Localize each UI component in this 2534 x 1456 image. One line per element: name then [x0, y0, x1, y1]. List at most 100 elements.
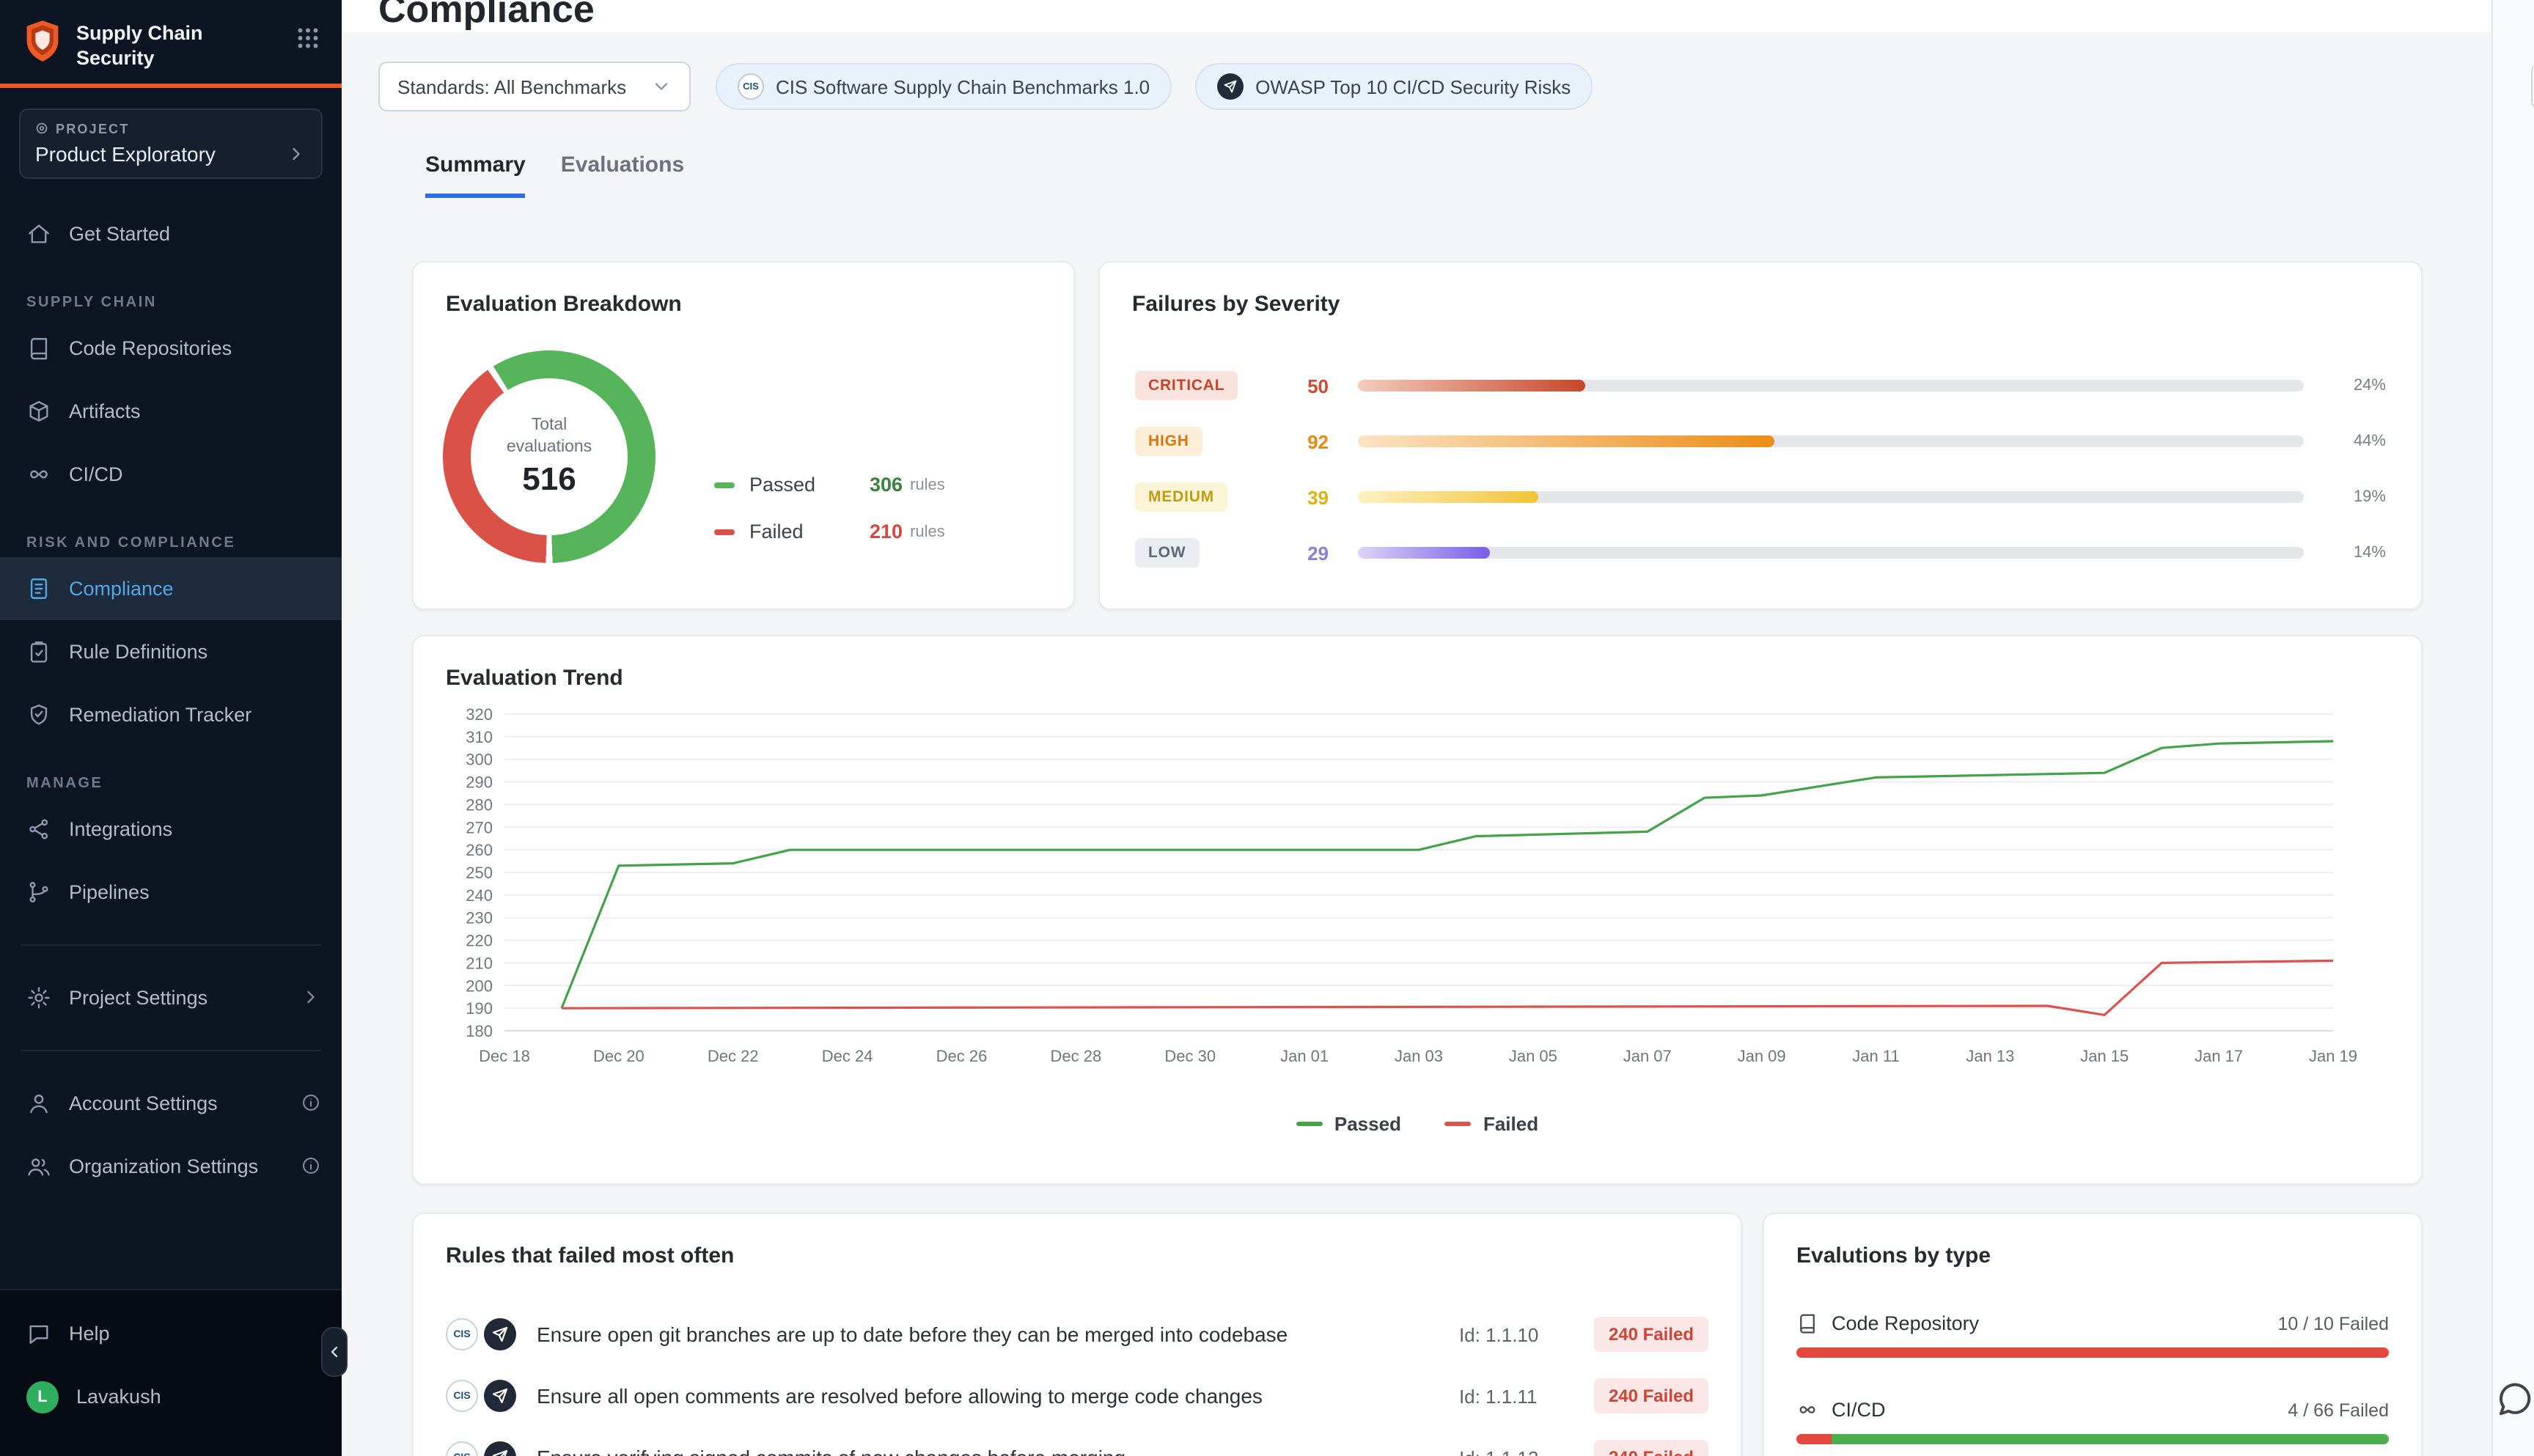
x-tick-label: Dec 22	[708, 1047, 759, 1065]
sidebar-item-label: Integrations	[69, 818, 321, 840]
y-tick-label: 310	[466, 728, 493, 746]
sidebar-item-cicd[interactable]: CI/CD	[0, 443, 342, 506]
section-label-manage: MANAGE	[0, 746, 342, 798]
chevron-down-icon	[651, 76, 672, 97]
chat-widget-button[interactable]	[2494, 1380, 2534, 1419]
y-tick-label: 200	[466, 977, 493, 995]
help-button[interactable]: Help	[0, 1302, 342, 1365]
donut-center-label: Total evaluations 516	[443, 350, 655, 563]
tab-evaluations[interactable]: Evaluations	[561, 152, 684, 198]
chip-label: CIS Software Supply Chain Benchmarks 1.0	[776, 76, 1150, 98]
x-tick-label: Jan 13	[1966, 1047, 2014, 1065]
evaluation-trend-card: Evaluation Trend 18019020021022023024025…	[412, 635, 2423, 1185]
failed-rule-row[interactable]: CIS Ensure open git branches are up to d…	[446, 1304, 1708, 1365]
sidebar-item-code-repositories[interactable]: Code Repositories	[0, 317, 342, 380]
severity-count: 39	[1276, 486, 1329, 508]
legend-label: Passed	[1334, 1113, 1401, 1135]
sidebar-item-label: Artifacts	[69, 400, 321, 422]
type-row-cicd: CI/CD 4 / 66 Failed	[1796, 1399, 2389, 1444]
failed-legend-row: Failed 210 rules	[714, 521, 945, 543]
x-tick-label: Jan 11	[1852, 1047, 1899, 1065]
sidebar-item-get-started[interactable]: Get Started	[0, 202, 342, 265]
user-name: Lavakush	[76, 1386, 321, 1408]
type-bar	[1796, 1347, 2389, 1358]
card-title: Evaluation Breakdown	[414, 262, 1073, 317]
standards-filter-dropdown[interactable]: Standards: All Benchmarks	[378, 62, 691, 111]
infinity-icon	[26, 462, 51, 487]
share-nodes-icon	[26, 817, 51, 842]
benchmark-chip-owasp[interactable]: OWASP Top 10 CI/CD Security Risks	[1195, 63, 1593, 110]
owasp-logo-icon	[1217, 73, 1244, 100]
sidebar-header: Supply Chain Security	[0, 0, 342, 84]
app-logo-shield-icon	[23, 19, 62, 63]
apps-grid-icon[interactable]	[295, 25, 321, 51]
tab-summary[interactable]: Summary	[425, 152, 526, 198]
rule-id: Id: 1.1.10	[1459, 1323, 1594, 1345]
failed-rule-row[interactable]: CIS Ensure verifying signed commits of n…	[446, 1427, 1708, 1456]
rules-suffix: rules	[910, 476, 945, 493]
severity-bar	[1358, 547, 2304, 559]
y-tick-label: 230	[466, 909, 493, 927]
y-tick-label: 220	[466, 932, 493, 950]
accent-bar	[0, 84, 342, 88]
chevron-right-icon	[301, 988, 321, 1008]
info-icon[interactable]	[301, 1156, 321, 1177]
person-icon	[26, 1091, 51, 1116]
people-icon	[26, 1154, 51, 1179]
severity-bar-fill	[1358, 380, 1585, 391]
severity-bar-fill	[1358, 547, 1491, 559]
info-icon[interactable]	[301, 1093, 321, 1114]
card-title: Rules that failed most often	[414, 1214, 1741, 1268]
passed-legend-row: Passed 306 rules	[714, 474, 945, 496]
sidebar-item-account-settings[interactable]: Account Settings	[0, 1072, 342, 1135]
sidebar-item-label: Account Settings	[69, 1092, 283, 1114]
failed-rule-row[interactable]: CIS Ensure all open comments are resolve…	[446, 1365, 1708, 1427]
sidebar-nav: Get Started SUPPLY CHAIN Code Repositori…	[0, 202, 342, 1198]
severity-bar	[1358, 491, 2304, 503]
date-range-dropdown[interactable]: Last 30 Days	[2531, 63, 2534, 110]
sidebar-item-project-settings[interactable]: Project Settings	[0, 966, 342, 1029]
type-label: CI/CD	[1832, 1399, 1886, 1421]
x-tick-label: Dec 26	[936, 1047, 988, 1065]
rule-id: Id: 1.1.11	[1459, 1385, 1594, 1407]
type-status: 4 / 66 Failed	[2288, 1400, 2389, 1420]
sidebar-item-rule-definitions[interactable]: Rule Definitions	[0, 620, 342, 683]
x-tick-label: Jan 17	[2195, 1047, 2243, 1065]
x-tick-label: Dec 20	[593, 1047, 644, 1065]
severity-badge: LOW	[1135, 538, 1199, 567]
sidebar-item-artifacts[interactable]: Artifacts	[0, 380, 342, 443]
benchmark-chip-cis[interactable]: CIS CIS Software Supply Chain Benchmarks…	[716, 63, 1172, 110]
gear-icon	[26, 985, 51, 1010]
severity-count: 29	[1276, 542, 1329, 564]
sidebar-item-remediation-tracker[interactable]: Remediation Tracker	[0, 683, 342, 746]
sidebar-item-compliance[interactable]: Compliance	[0, 557, 342, 620]
severity-row-critical: CRITICAL 50 24%	[1100, 358, 2421, 413]
sidebar-item-pipelines[interactable]: Pipelines	[0, 861, 342, 924]
x-tick-label: Jan 09	[1738, 1047, 1786, 1065]
severity-percent: 14%	[2333, 544, 2386, 562]
project-selector[interactable]: PROJECT Product Exploratory	[19, 109, 323, 179]
sidebar-collapse-handle[interactable]	[321, 1327, 348, 1377]
user-menu[interactable]: L Lavakush	[0, 1365, 342, 1428]
severity-bar-fill	[1358, 491, 1538, 503]
sidebar-item-label: Project Settings	[69, 987, 283, 1009]
card-title: Evaluation Trend	[414, 636, 2421, 691]
infinity-icon	[1796, 1399, 1818, 1421]
sidebar-item-organization-settings[interactable]: Organization Settings	[0, 1135, 342, 1198]
failed-value: 210	[870, 521, 903, 543]
severity-row-high: HIGH 92 44%	[1100, 413, 2421, 469]
scrollbar-gutter[interactable]	[2491, 0, 2534, 1456]
cis-logo-icon: CIS	[738, 73, 764, 100]
divider	[21, 1050, 321, 1051]
avatar: L	[26, 1380, 59, 1413]
section-label-supply-chain: SUPPLY CHAIN	[0, 265, 342, 317]
cis-logo-icon: CIS	[446, 1441, 478, 1456]
sidebar-item-integrations[interactable]: Integrations	[0, 798, 342, 861]
bar-segment	[1796, 1347, 2389, 1358]
severity-bar	[1358, 435, 2304, 447]
x-tick-label: Jan 05	[1509, 1047, 1557, 1065]
severity-percent: 24%	[2333, 377, 2386, 394]
sidebar-footer: Help L Lavakush	[0, 1289, 342, 1456]
y-tick-label: 320	[466, 705, 493, 724]
evaluation-breakdown-card: Evaluation Breakdown Total evaluations 5…	[412, 261, 1075, 610]
